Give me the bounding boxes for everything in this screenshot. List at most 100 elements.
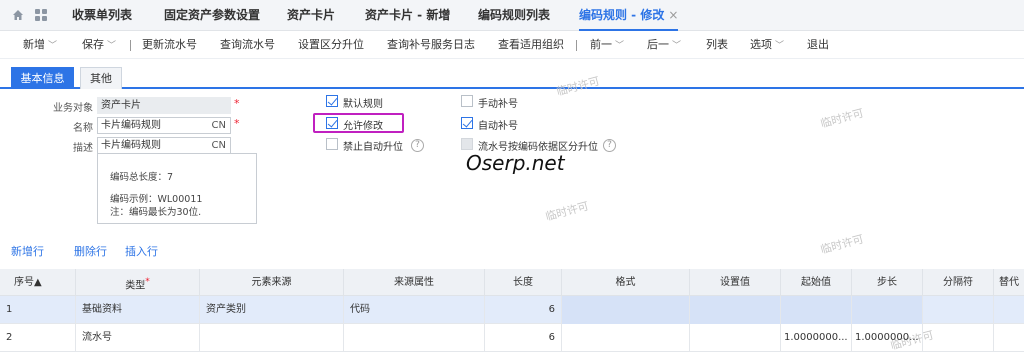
set-segment-upgrade-button[interactable]: 设置区分升位	[298, 31, 364, 59]
cell-format[interactable]	[562, 296, 690, 324]
table-row[interactable]: 2 流水号 6 1.0000000... 1.0000000...	[0, 324, 1024, 352]
cell-replace[interactable]	[994, 296, 1024, 324]
query-serial-button[interactable]: 查询流水号	[220, 31, 275, 59]
tab-asset-card[interactable]: 资产卡片	[287, 0, 335, 31]
manual-fill-checkbox[interactable]	[461, 95, 473, 107]
chevron-down-icon[interactable]: ﹀	[107, 41, 116, 51]
description-field-value: 卡片编码规则	[101, 140, 161, 151]
col-set-value[interactable]: 设置值	[690, 269, 781, 296]
cell-length[interactable]: 6	[485, 296, 562, 324]
cell-format[interactable]	[562, 324, 690, 352]
prev-button-label: 前一	[590, 38, 612, 51]
chevron-down-icon[interactable]: ﹀	[48, 41, 57, 51]
options-button[interactable]: 选项 ﹀	[750, 31, 784, 59]
cell-start-value[interactable]: 1.0000000...	[781, 324, 852, 352]
col-type[interactable]: 类型*	[76, 269, 200, 296]
note-text: 注：编码最长为30位.	[110, 207, 202, 218]
tab-basic-info[interactable]: 基本信息	[11, 67, 74, 89]
business-object-field: 资产卡片	[97, 97, 231, 114]
col-separator[interactable]: 分隔符	[923, 269, 994, 296]
tab-bar: 收票单列表 固定资产参数设置 资产卡片 资产卡片 - 新增 编码规则列表 编码规…	[0, 0, 1024, 31]
highlight-box	[313, 113, 404, 133]
cell-set-value[interactable]	[690, 296, 781, 324]
help-icon[interactable]: ?	[603, 139, 616, 152]
tab-code-rule-edit[interactable]: 编码规则 - 修改 ×	[579, 0, 679, 31]
cell-type[interactable]: 基础资料	[76, 296, 200, 324]
chevron-down-icon[interactable]: ﹀	[672, 41, 681, 51]
col-source-attr[interactable]: 来源属性	[344, 269, 485, 296]
cell-separator[interactable]	[923, 296, 994, 324]
watermark: 临时许可	[544, 199, 591, 224]
options-button-label: 选项	[750, 38, 772, 51]
col-format[interactable]: 格式	[562, 269, 690, 296]
cell-length[interactable]: 6	[485, 324, 562, 352]
next-button[interactable]: 后一 ﹀	[647, 31, 681, 59]
cell-source-attr[interactable]: 代码	[344, 296, 485, 324]
chevron-down-icon[interactable]: ﹀	[775, 41, 784, 51]
manual-fill-label: 手动补号	[478, 99, 518, 110]
cell-step[interactable]: 1.0000000...	[852, 324, 923, 352]
required-mark: *	[145, 277, 150, 287]
table-header: 序号▲ 类型* 元素来源 来源属性 长度 格式 设置值 起始值 步长 分隔符 替…	[0, 269, 1024, 296]
apps-grid-icon[interactable]	[35, 9, 47, 21]
prev-button[interactable]: 前一 ﹀	[590, 31, 624, 59]
watermark: 临时许可	[819, 232, 866, 257]
disable-auto-upgrade-checkbox[interactable]	[326, 138, 338, 150]
new-button[interactable]: 新增 ﹀	[23, 31, 57, 59]
col-type-label: 类型	[125, 280, 146, 292]
new-button-label: 新增	[23, 38, 45, 51]
help-icon[interactable]: ?	[411, 139, 424, 152]
cell-start-value[interactable]	[781, 296, 852, 324]
save-button[interactable]: 保存 ﹀	[82, 31, 116, 59]
default-rule-label: 默认规则	[343, 99, 383, 110]
tab-receipt-list[interactable]: 收票单列表	[72, 0, 132, 31]
tab-asset-params[interactable]: 固定资产参数设置	[164, 0, 260, 31]
cell-separator[interactable]	[923, 324, 994, 352]
cell-element-source[interactable]	[200, 324, 344, 352]
tab-other[interactable]: 其他	[80, 67, 122, 89]
description-field[interactable]: 卡片编码规则 CN	[97, 137, 231, 154]
toolbar-divider	[576, 40, 577, 51]
col-replace[interactable]: 替代	[994, 269, 1024, 296]
home-icon[interactable]	[12, 9, 24, 21]
auto-fill-checkbox[interactable]	[461, 117, 473, 129]
cell-source-attr[interactable]	[344, 324, 485, 352]
add-row-button[interactable]: 新增行	[11, 243, 44, 259]
chevron-down-icon[interactable]: ﹀	[615, 41, 624, 51]
cell-element-source[interactable]: 资产类别	[200, 296, 344, 324]
cell-type[interactable]: 流水号	[76, 324, 200, 352]
insert-row-button[interactable]: 插入行	[125, 243, 158, 259]
col-step[interactable]: 步长	[852, 269, 923, 296]
exit-button[interactable]: 退出	[807, 31, 829, 59]
col-length[interactable]: 长度	[485, 269, 562, 296]
list-button[interactable]: 列表	[706, 31, 728, 59]
view-orgs-button[interactable]: 查看适用组织	[498, 31, 564, 59]
cell-set-value[interactable]	[690, 324, 781, 352]
total-length-text: 编码总长度：7	[110, 172, 174, 183]
col-seq[interactable]: 序号▲	[0, 269, 76, 296]
business-object-label: 业务对象	[53, 103, 93, 114]
tab-code-rule-list[interactable]: 编码规则列表	[478, 0, 550, 31]
name-field-value: 卡片编码规则	[101, 120, 161, 131]
col-element-source[interactable]: 元素来源	[200, 269, 344, 296]
cell-replace[interactable]	[994, 324, 1024, 352]
tab-asset-card-new[interactable]: 资产卡片 - 新增	[365, 0, 450, 31]
close-icon[interactable]: ×	[668, 8, 678, 22]
toolbar: 新增 ﹀ 保存 ﹀ 更新流水号 查询流水号 设置区分升位 查询补号服务日志 查看适用…	[0, 31, 1024, 59]
update-serial-button[interactable]: 更新流水号	[142, 31, 197, 59]
col-start-value[interactable]: 起始值	[781, 269, 852, 296]
name-field[interactable]: 卡片编码规则 CN	[97, 117, 231, 134]
delete-row-button[interactable]: 删除行	[74, 243, 107, 259]
default-rule-checkbox[interactable]	[326, 95, 338, 107]
disable-auto-upgrade-label: 禁止自动升位	[343, 142, 403, 153]
cell-step[interactable]	[852, 296, 923, 324]
cell-seq: 2	[0, 324, 76, 352]
language-button[interactable]: CN	[212, 118, 226, 133]
table-row[interactable]: 1 基础资料 资产类别 代码 6	[0, 296, 1024, 324]
serial-by-segment-checkbox[interactable]	[461, 138, 473, 150]
cell-seq: 1	[0, 296, 76, 324]
query-fill-log-button[interactable]: 查询补号服务日志	[387, 31, 475, 59]
language-button[interactable]: CN	[212, 138, 226, 153]
description-label: 描述	[73, 143, 93, 154]
required-mark: *	[234, 117, 240, 130]
